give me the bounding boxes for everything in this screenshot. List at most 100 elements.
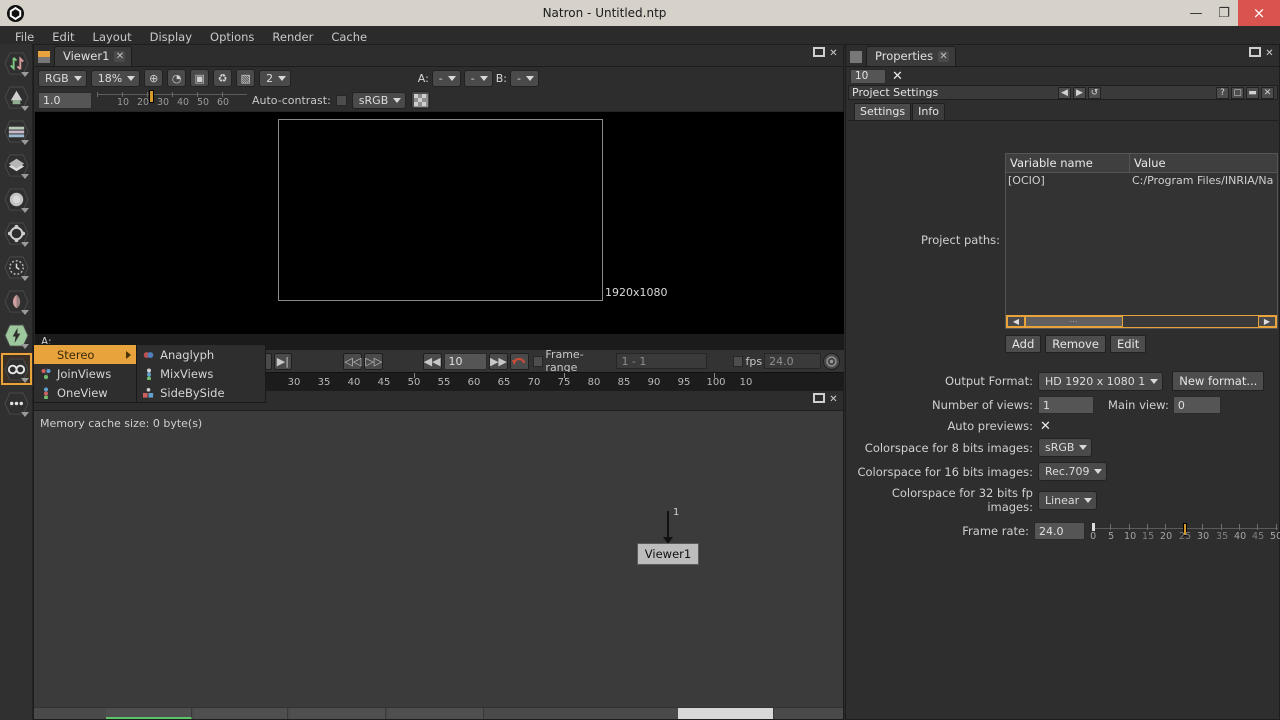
frame-range-checkbox[interactable] <box>532 355 544 367</box>
bottom-tab-1[interactable] <box>106 708 192 719</box>
toolbar-item-keyer[interactable] <box>0 250 33 284</box>
scroll-right-button[interactable]: ▶ <box>1258 316 1276 327</box>
zoom-combo[interactable]: 18% <box>90 69 141 87</box>
menu-render[interactable]: Render <box>263 28 322 46</box>
bottom-tab-2[interactable] <box>194 708 288 719</box>
turbo-mode-icon[interactable] <box>823 352 840 370</box>
menu-item-sidebyside[interactable]: SideBySide <box>137 383 265 402</box>
tab-viewer1[interactable]: Viewer1 ✕ <box>54 46 133 66</box>
colorspace-8-combo[interactable]: sRGB <box>1038 438 1093 457</box>
menu-cache[interactable]: Cache <box>322 28 376 46</box>
enable-region-of-interest-icon[interactable]: ▣ <box>190 69 210 87</box>
viewer-canvas[interactable]: 1920x1080 <box>35 112 844 334</box>
channels-combo[interactable]: RGB <box>38 69 87 87</box>
render-scale-icon[interactable]: ▧ <box>236 69 256 87</box>
max-panels-field[interactable]: 10 <box>850 68 886 84</box>
next-increment-button[interactable]: ▷▷ <box>364 352 384 370</box>
tab-properties[interactable]: Properties ✕ <box>866 46 957 66</box>
toolbar-item-transform[interactable] <box>0 216 33 250</box>
table-row[interactable]: [OCIO] C:/Program Files/INRIA/Na <box>1006 173 1277 189</box>
node-graph-close-icon[interactable]: ✕ <box>827 393 840 406</box>
colorspace-32-combo[interactable]: Linear <box>1038 490 1098 510</box>
viewer-close-icon[interactable]: ✕ <box>827 47 840 60</box>
menu-edit[interactable]: Edit <box>43 28 83 46</box>
tab-settings[interactable]: Settings <box>854 103 912 120</box>
project-paths-table[interactable]: Variable name Value [OCIO] C:/Program Fi… <box>1005 153 1278 329</box>
close-icon[interactable]: ✕ <box>938 50 950 62</box>
toolbar-item-color[interactable] <box>0 318 33 352</box>
node-graph-maximize-icon[interactable] <box>813 393 825 403</box>
fps-field[interactable]: 24.0 <box>764 353 822 369</box>
checkerboard-icon[interactable] <box>411 91 431 109</box>
menu-item-joinviews[interactable]: JoinViews <box>34 364 136 383</box>
scrollbar-track[interactable] <box>1123 316 1258 327</box>
gain-field[interactable]: 1.0 <box>38 91 92 109</box>
node-graph-canvas[interactable]: 1 Viewer1 <box>34 429 843 719</box>
minimize-button[interactable]: — <box>1182 0 1210 26</box>
toolbar-item-views[interactable] <box>0 352 33 386</box>
loop-playback-icon[interactable] <box>509 352 529 370</box>
add-path-button[interactable]: Add <box>1005 335 1042 353</box>
menu-file[interactable]: File <box>6 28 43 46</box>
pane-grip-icon[interactable] <box>38 51 50 63</box>
scrollbar-thumb[interactable]: ⋯ <box>1025 316 1123 327</box>
auto-contrast-checkbox[interactable] <box>335 94 347 106</box>
menu-item-oneview[interactable]: OneView <box>34 383 136 402</box>
toolbar-item-filter[interactable] <box>0 182 33 216</box>
frame-rate-field[interactable]: 24.0 <box>1034 522 1086 540</box>
properties-maximize-icon[interactable] <box>1249 47 1261 57</box>
toolbar-item-time[interactable] <box>0 114 33 148</box>
bottom-tab-3[interactable] <box>290 708 386 719</box>
node-viewer1[interactable]: Viewer1 <box>637 543 699 565</box>
center-node-icon[interactable]: ▢ <box>1231 86 1244 99</box>
menu-item-stereo[interactable]: Stereo <box>34 345 137 364</box>
menu-layout[interactable]: Layout <box>84 28 141 46</box>
paths-table-hscrollbar[interactable]: ◀ ⋯ ▶ <box>1006 315 1277 328</box>
panel-close-icon[interactable]: ✕ <box>1261 86 1274 99</box>
frame-range-field[interactable]: 1 - 1 <box>616 353 708 369</box>
edit-path-button[interactable]: Edit <box>1109 335 1147 353</box>
output-format-combo[interactable]: HD 1920 x 1080 1 <box>1038 371 1164 391</box>
toolbar-item-other[interactable] <box>0 386 33 420</box>
nav-back-button[interactable]: ◀ <box>1058 86 1071 99</box>
menu-item-mixviews[interactable]: MixViews <box>137 364 265 383</box>
help-button[interactable]: ? <box>1216 86 1229 99</box>
auto-previews-checkbox[interactable]: ✕ <box>1040 420 1051 433</box>
fps-checkbox[interactable] <box>732 355 744 367</box>
toolbar-item-image[interactable] <box>0 46 33 80</box>
back-increment-button[interactable]: ◀◀ <box>422 352 442 370</box>
gain-slider[interactable]: 10 20 30 40 50 60 <box>97 90 247 110</box>
toolbar-item-draw[interactable] <box>0 80 33 114</box>
colorspace-16-combo[interactable]: Rec.709 <box>1038 462 1108 481</box>
scroll-left-button[interactable]: ◀ <box>1007 316 1025 327</box>
center-image-icon[interactable]: ⊕ <box>144 69 164 87</box>
number-of-views-field[interactable]: 1 <box>1038 396 1094 414</box>
increment-field[interactable]: 10 <box>443 352 487 370</box>
operation-combo[interactable]: - <box>463 69 493 87</box>
close-button[interactable]: × <box>1238 0 1280 26</box>
restore-defaults-icon[interactable]: ↺ <box>1088 86 1101 99</box>
clear-all-panels-icon[interactable]: ✕ <box>892 70 903 83</box>
nav-forward-button[interactable]: ▶ <box>1073 86 1086 99</box>
panel-minimize-icon[interactable]: ▬ <box>1246 86 1259 99</box>
input-b-combo[interactable]: - <box>510 69 539 87</box>
properties-close-icon[interactable]: ✕ <box>1263 47 1276 60</box>
tab-info[interactable]: Info <box>912 103 945 120</box>
last-frame-button[interactable]: ▶| <box>273 352 293 370</box>
menu-display[interactable]: Display <box>141 28 201 46</box>
input-a-combo[interactable]: - <box>431 69 461 87</box>
toolbar-item-merge[interactable] <box>0 284 33 318</box>
maximize-button[interactable]: ❐ <box>1210 0 1238 26</box>
previous-increment-button[interactable]: ◁◁ <box>343 352 363 370</box>
main-view-field[interactable]: 0 <box>1172 396 1221 414</box>
remove-path-button[interactable]: Remove <box>1045 335 1106 353</box>
new-format-button[interactable]: New format... <box>1172 371 1265 391</box>
gain-slider-handle[interactable] <box>149 90 154 103</box>
frame-rate-slider[interactable]: 0 5 10 15 20 25 30 35 40 45 50 <box>1090 519 1280 543</box>
refresh-icon[interactable]: ♻ <box>213 69 233 87</box>
bottom-tab-4[interactable] <box>388 708 484 719</box>
menu-item-anaglyph[interactable]: Anaglyph <box>137 345 265 364</box>
bottom-tab-5[interactable] <box>678 708 774 719</box>
viewer-maximize-icon[interactable] <box>813 47 825 57</box>
forward-increment-button[interactable]: ▶▶ <box>488 352 508 370</box>
